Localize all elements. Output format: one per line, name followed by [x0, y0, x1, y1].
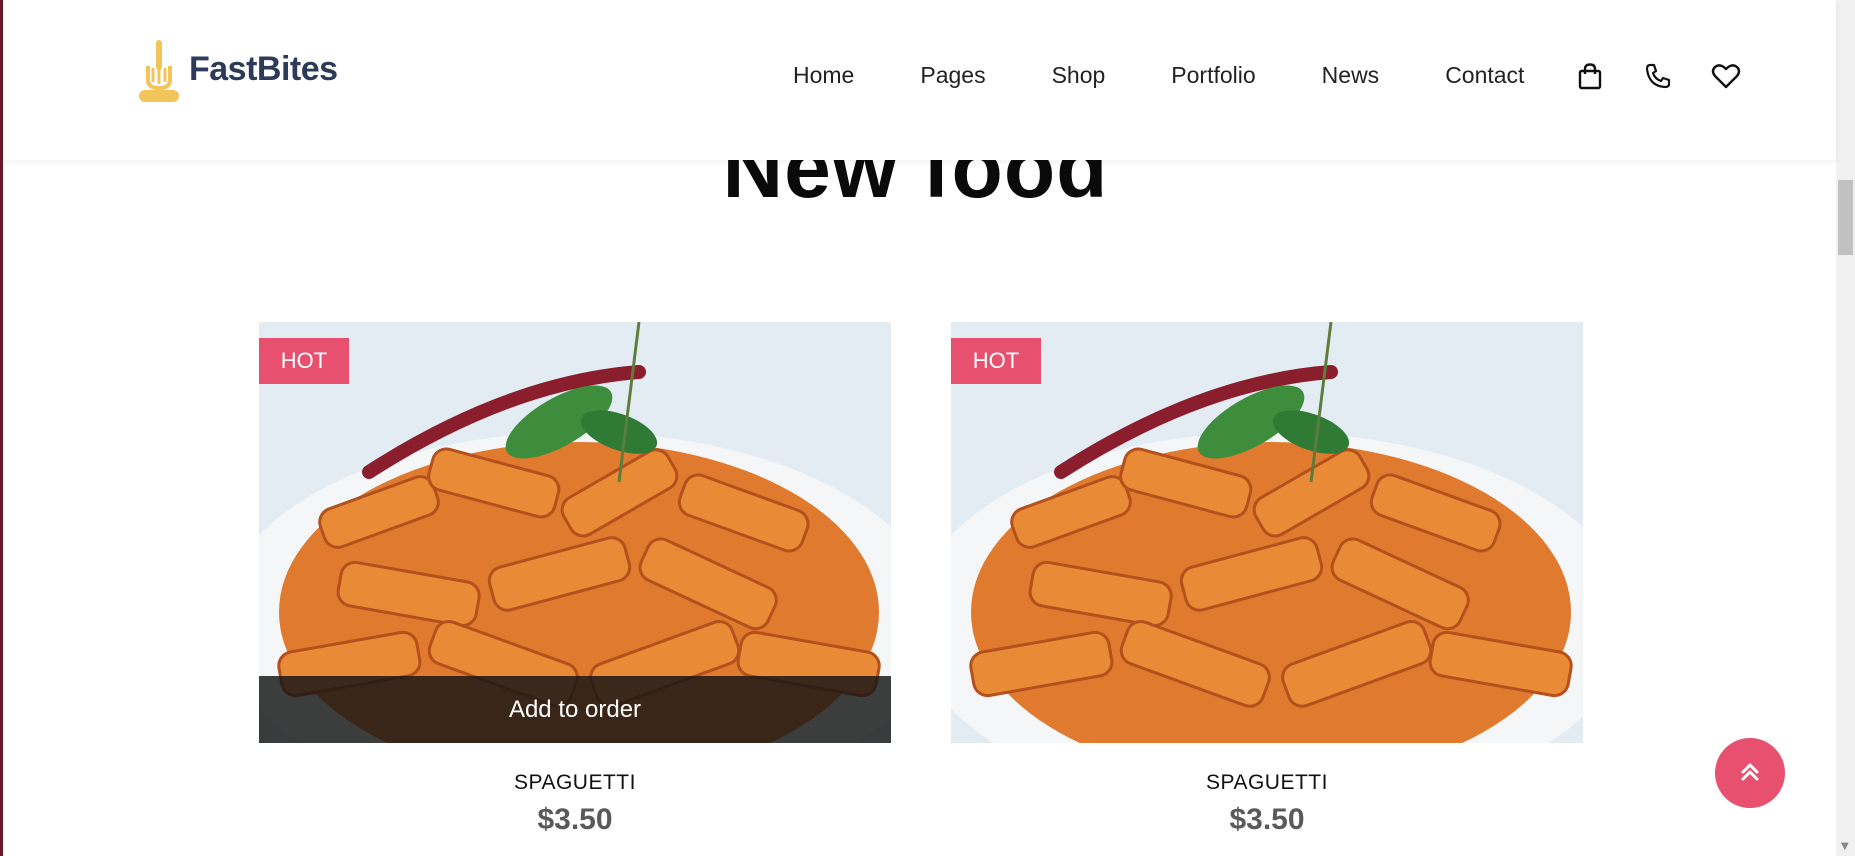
main-nav: Home Pages Shop Portfolio News Contact [793, 62, 1590, 89]
shopping-bag-icon[interactable] [1573, 59, 1607, 93]
product-card[interactable]: HOT Add to order SPAGUETTI $3.50 [259, 322, 891, 837]
chevrons-up-icon [1739, 760, 1761, 787]
nav-news[interactable]: News [1322, 62, 1380, 89]
product-image[interactable]: HOT Add to order [259, 322, 891, 743]
product-price: $3.50 [1229, 803, 1305, 836]
header-icons [1573, 59, 1777, 93]
heart-icon[interactable] [1709, 59, 1743, 93]
add-to-order-button[interactable]: Add to order [259, 676, 891, 743]
back-to-top-button[interactable] [1715, 738, 1785, 808]
scroll-down-icon[interactable]: ▼ [1841, 841, 1849, 852]
page-scrollbar[interactable]: ▼ [1836, 0, 1855, 856]
product-name[interactable]: SPAGUETTI [259, 771, 891, 795]
product-image[interactable]: HOT [951, 322, 1583, 743]
phone-icon[interactable] [1641, 59, 1675, 93]
product-card[interactable]: HOT SPAGUETTI $3.50 [951, 322, 1583, 837]
nav-portfolio[interactable]: Portfolio [1171, 62, 1255, 89]
nav-shop[interactable]: Shop [1052, 62, 1106, 89]
hot-badge: HOT [259, 338, 349, 384]
hot-badge: HOT [951, 338, 1041, 384]
site-header: FastBites Home Pages Shop Portfolio News… [3, 0, 1836, 160]
nav-pages[interactable]: Pages [920, 62, 985, 89]
nav-contact[interactable]: Contact [1445, 62, 1524, 89]
product-name[interactable]: SPAGUETTI [951, 771, 1583, 795]
fork-icon [135, 36, 183, 104]
brand-name: FastBites [189, 50, 338, 88]
product-price: $3.50 [537, 803, 613, 836]
scroll-thumb[interactable] [1838, 180, 1853, 255]
nav-home[interactable]: Home [793, 62, 854, 89]
pasta-image [951, 322, 1583, 743]
logo[interactable]: FastBites [135, 36, 338, 104]
